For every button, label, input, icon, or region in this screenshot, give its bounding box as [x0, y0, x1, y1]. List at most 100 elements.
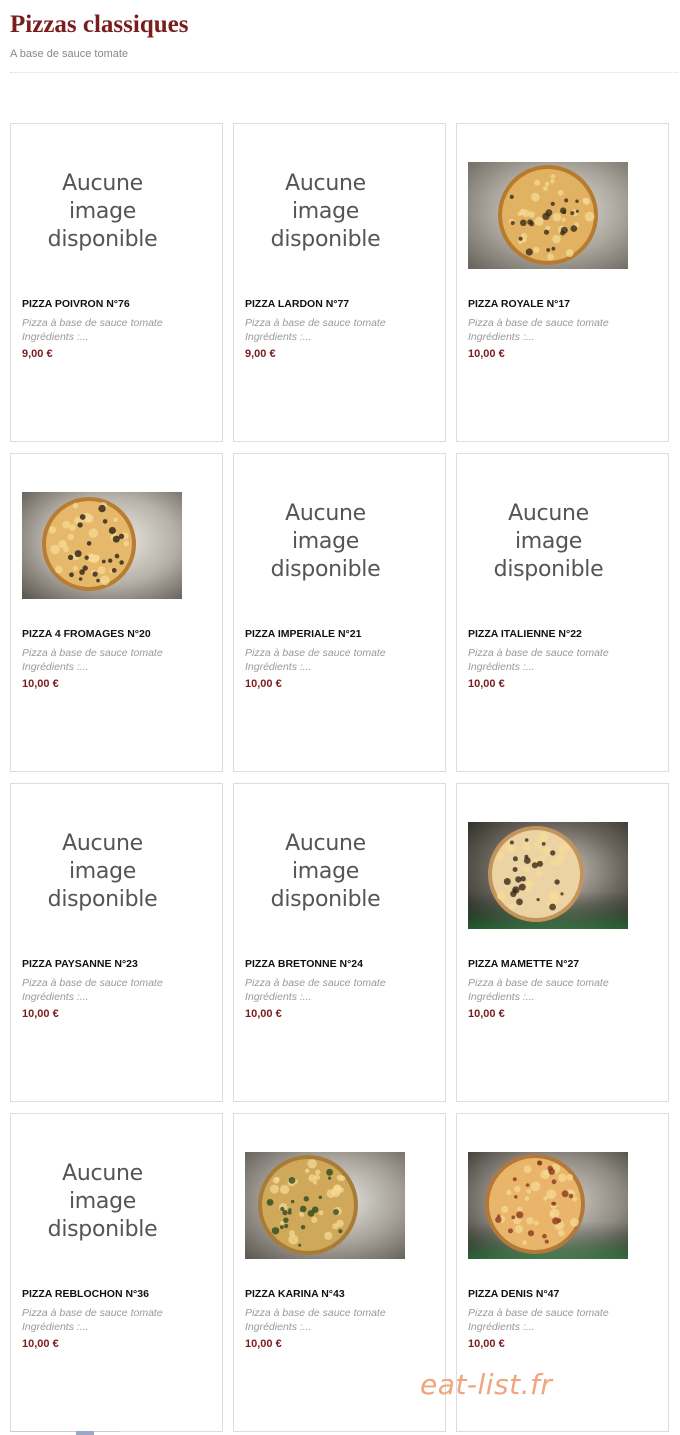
no-image-text: Aucune: [62, 1161, 143, 1186]
pizza-photo[interactable]: [468, 822, 628, 929]
product-name-link[interactable]: PIZZA MAMETTE N°27: [468, 958, 579, 970]
product-name-link[interactable]: PIZZA 4 FROMAGES N°20: [22, 628, 151, 640]
no-image-text: image: [291, 859, 360, 884]
product-price: 10,00 €: [22, 678, 59, 690]
no-image-placeholder[interactable]: Aucune image disponible: [11, 830, 194, 914]
product-description-text: Pizza à base de sauce tomate: [468, 317, 609, 329]
product-price: 10,00 €: [245, 1338, 282, 1350]
product-ingredients: Ingrédients :...: [468, 1321, 535, 1333]
product-name-link[interactable]: PIZZA LARDON N°77: [245, 298, 349, 310]
page-subtitle: A base de sauce tomate: [10, 48, 129, 60]
product-price: 10,00 €: [22, 1338, 59, 1350]
product-description-text: Pizza à base de sauce tomate: [468, 647, 609, 659]
product-image[interactable]: [468, 1152, 628, 1259]
product-price: 10,00 €: [22, 1008, 59, 1020]
product-name-link[interactable]: PIZZA PAYSANNE N°23: [22, 958, 138, 970]
product-name-link[interactable]: PIZZA BRETONNE N°24: [245, 958, 363, 970]
no-image-text: Aucune: [285, 171, 366, 196]
no-image-text: disponible: [270, 227, 381, 252]
no-image-placeholder[interactable]: Aucune image disponible: [234, 830, 417, 914]
page-title: Pizzas classiques: [10, 11, 189, 38]
product-price: 10,00 €: [468, 1338, 505, 1350]
product-card[interactable]: Aucune image disponible PIZZA LARDON N°77 Pi…: [233, 123, 446, 442]
product-description: Pizza à base de sauce tomate Ingrédients …: [468, 1306, 609, 1334]
watermark: eat-list.fr: [420, 1368, 553, 1401]
product-image[interactable]: [468, 822, 628, 929]
product-card[interactable]: Aucune image disponible PIZZA IMPERIALE N°2…: [233, 453, 446, 772]
product-image[interactable]: [468, 162, 628, 269]
product-description: Pizza à base de sauce tomate Ingrédients …: [468, 646, 609, 674]
product-ingredients: Ingrédients :...: [245, 331, 312, 343]
no-image-text: Aucune: [285, 501, 366, 526]
category-header: Pizzas classiques A base de sauce tomate: [10, 10, 678, 61]
product-description-text: Pizza à base de sauce tomate: [245, 317, 386, 329]
no-image-text: disponible: [270, 557, 381, 582]
product-ingredients: Ingrédients :...: [245, 991, 312, 1003]
no-image-text: Aucune: [285, 831, 366, 856]
pagination-current[interactable]: [76, 1431, 94, 1435]
product-description: Pizza à base de sauce tomate Ingrédients …: [468, 976, 609, 1004]
product-description: Pizza à base de sauce tomate Ingrédients …: [245, 1306, 386, 1334]
pizza-photo[interactable]: [22, 492, 182, 599]
product-price: 9,00 €: [22, 348, 53, 360]
pizza-photo[interactable]: [468, 162, 628, 269]
product-card[interactable]: Aucune image disponible PIZZA BRETONNE N°24…: [233, 783, 446, 1102]
product-ingredients: Ingrédients :...: [22, 991, 89, 1003]
no-image-placeholder[interactable]: Aucune image disponible: [11, 170, 194, 254]
product-name-link[interactable]: PIZZA ITALIENNE N°22: [468, 628, 582, 640]
product-description-text: Pizza à base de sauce tomate: [22, 1307, 163, 1319]
product-card[interactable]: Aucune image disponible PIZZA ITALIENNE N°2…: [456, 453, 669, 772]
no-image-text: disponible: [270, 887, 381, 912]
product-description-text: Pizza à base de sauce tomate: [22, 317, 163, 329]
product-price: 10,00 €: [468, 1008, 505, 1020]
product-name-link[interactable]: PIZZA DENIS N°47: [468, 1288, 559, 1300]
no-image-text: image: [291, 529, 360, 554]
product-description: Pizza à base de sauce tomate Ingrédients …: [245, 316, 386, 344]
pizza-photo[interactable]: [468, 1152, 628, 1259]
product-card[interactable]: Aucune image disponible PIZZA PAYSANNE N°23…: [10, 783, 223, 1102]
product-description: Pizza à base de sauce tomate Ingrédients …: [245, 976, 386, 1004]
no-image-text: Aucune: [62, 831, 143, 856]
product-description-text: Pizza à base de sauce tomate: [22, 647, 163, 659]
product-image[interactable]: [22, 492, 182, 599]
product-ingredients: Ingrédients :...: [468, 331, 535, 343]
product-name-link[interactable]: PIZZA REBLOCHON N°36: [22, 1288, 149, 1300]
product-name-link[interactable]: PIZZA POIVRON N°76: [22, 298, 130, 310]
product-card[interactable]: Aucune image disponible PIZZA POIVRON N°76 P…: [10, 123, 223, 442]
no-image-text: image: [68, 1189, 137, 1214]
product-ingredients: Ingrédients :...: [22, 661, 89, 673]
product-description-text: Pizza à base de sauce tomate: [245, 647, 386, 659]
product-name-link[interactable]: PIZZA ROYALE N°17: [468, 298, 570, 310]
no-image-text: disponible: [493, 557, 604, 582]
product-price: 9,00 €: [245, 348, 276, 360]
product-image[interactable]: [245, 1152, 405, 1259]
product-price: 10,00 €: [468, 348, 505, 360]
product-description: Pizza à base de sauce tomate Ingrédients …: [22, 646, 163, 674]
product-card[interactable]: PIZZA 4 FROMAGES N°20 Pizza à base de sau…: [10, 453, 223, 772]
product-card[interactable]: PIZZA MAMETTE N°27 Pizza à base de sauce …: [456, 783, 669, 1102]
pizza-photo[interactable]: [245, 1152, 405, 1259]
product-card[interactable]: PIZZA KARINA N°43 Pizza à base de sauce t…: [233, 1113, 446, 1432]
product-description: Pizza à base de sauce tomate Ingrédients …: [22, 1306, 163, 1334]
no-image-text: image: [514, 529, 583, 554]
product-ingredients: Ingrédients :...: [22, 1321, 89, 1333]
no-image-text: disponible: [47, 1217, 158, 1242]
product-price: 10,00 €: [468, 678, 505, 690]
product-name-link[interactable]: PIZZA IMPERIALE N°21: [245, 628, 361, 640]
no-image-placeholder[interactable]: Aucune image disponible: [234, 170, 417, 254]
no-image-placeholder[interactable]: Aucune image disponible: [11, 1160, 194, 1244]
product-description-text: Pizza à base de sauce tomate: [468, 977, 609, 989]
product-ingredients: Ingrédients :...: [468, 991, 535, 1003]
no-image-text: image: [291, 199, 360, 224]
product-description: Pizza à base de sauce tomate Ingrédients …: [468, 316, 609, 344]
product-card[interactable]: PIZZA ROYALE N°17 Pizza à base de sauce t…: [456, 123, 669, 442]
no-image-text: image: [68, 199, 137, 224]
pagination[interactable]: [10, 1431, 120, 1435]
no-image-text: image: [68, 859, 137, 884]
no-image-placeholder[interactable]: Aucune image disponible: [457, 500, 640, 584]
no-image-placeholder[interactable]: Aucune image disponible: [234, 500, 417, 584]
product-name-link[interactable]: PIZZA KARINA N°43: [245, 1288, 345, 1300]
product-description: Pizza à base de sauce tomate Ingrédients …: [245, 646, 386, 674]
page: Pizzas classiques A base de sauce tomate…: [0, 0, 680, 1435]
product-card[interactable]: Aucune image disponible PIZZA REBLOCHON N°3…: [10, 1113, 223, 1432]
